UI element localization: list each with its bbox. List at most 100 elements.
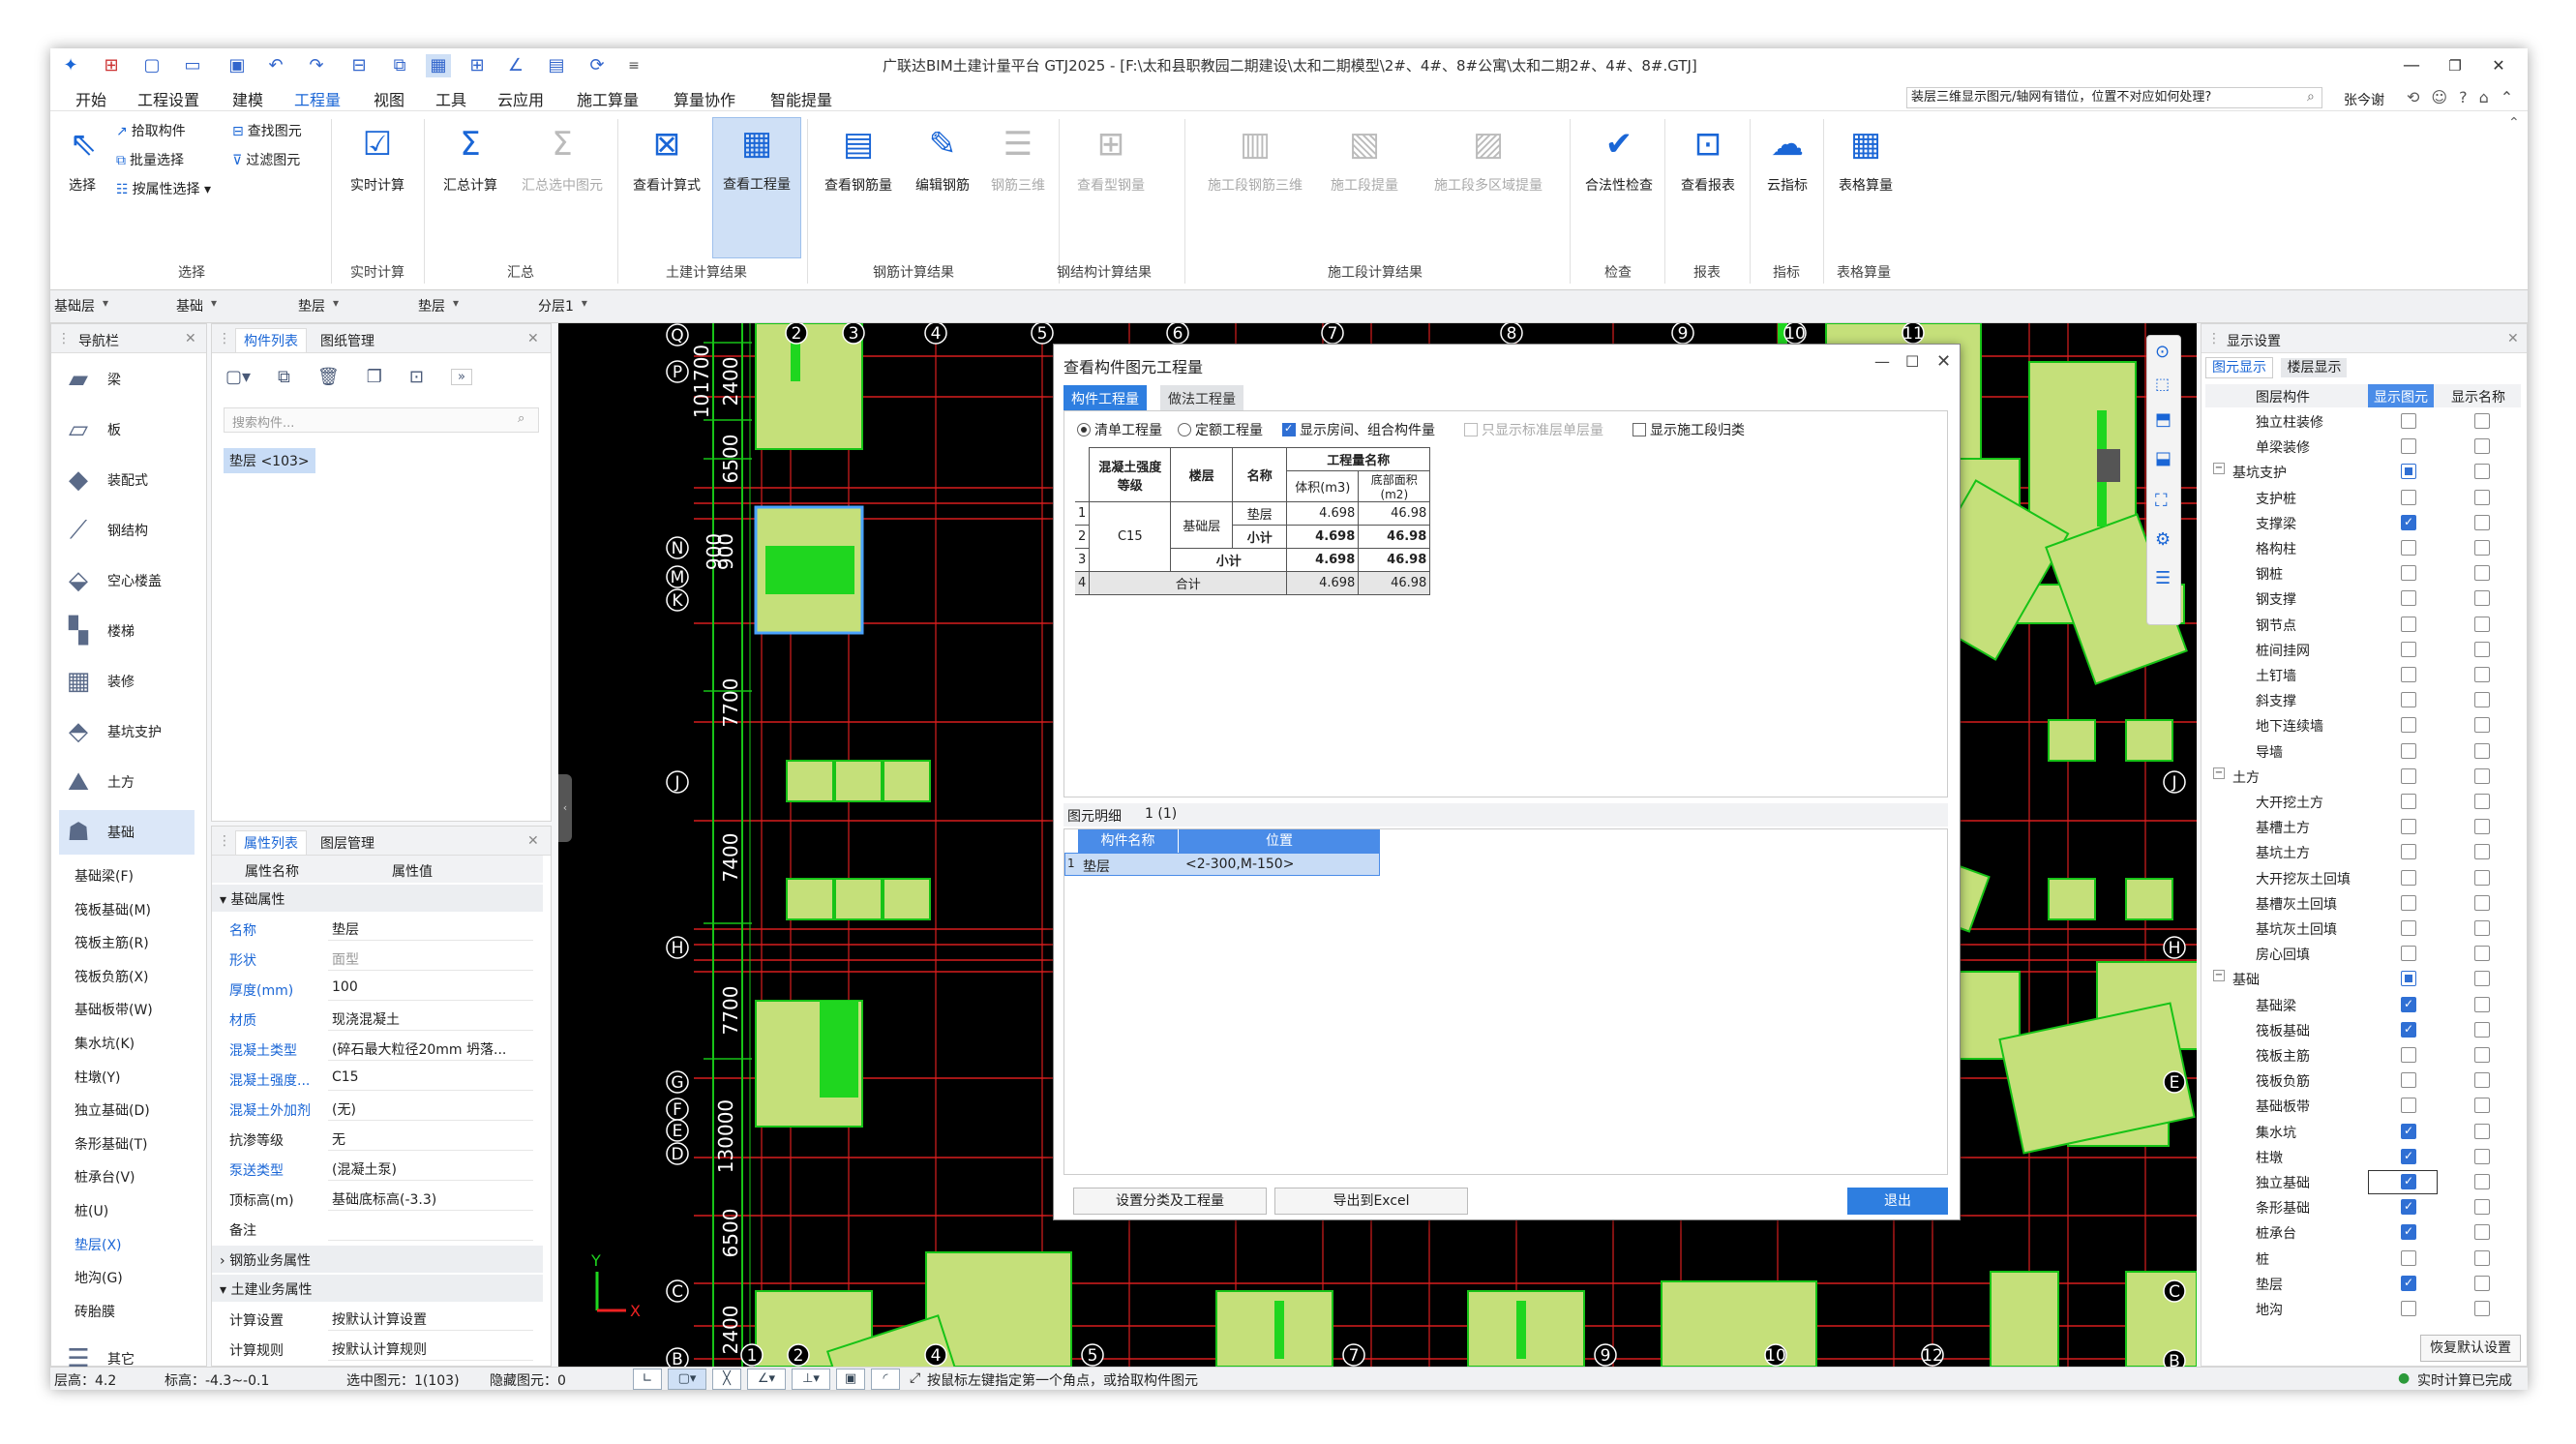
view-rebar-button[interactable]: ▤ 查看钢筋量 <box>815 119 902 195</box>
nav-item[interactable]: ⛰ 土方 <box>59 760 195 804</box>
show-name-checkbox[interactable] <box>2474 844 2490 860</box>
show-name-checkbox[interactable] <box>2474 1021 2490 1038</box>
show-name-checkbox[interactable] <box>2474 1301 2490 1316</box>
nav-item[interactable]: ☗ 基础 <box>59 810 195 855</box>
show-element-checkbox[interactable] <box>2401 767 2416 784</box>
help-icons[interactable]: ⟲☺?⌂⌃ <box>2407 88 2525 106</box>
stage-quantity-button[interactable]: ▧ 施工段提量 <box>1318 119 1411 195</box>
menu-start[interactable]: 开始 <box>75 87 106 110</box>
fit-view-icon[interactable]: ⛶ <box>2155 491 2168 511</box>
component-select[interactable]: 垫层 <box>418 296 459 316</box>
show-element-checkbox[interactable] <box>2401 971 2416 987</box>
opt-quota-quantity[interactable]: 定额工程量 <box>1178 420 1263 439</box>
toolbar-floor-icon[interactable]: ▤ <box>544 54 569 77</box>
show-element-checkbox[interactable] <box>2401 667 2416 682</box>
show-name-checkbox[interactable] <box>2474 464 2490 480</box>
nav-sub-item[interactable]: 桩(U) <box>75 1201 108 1220</box>
tree-toggle-icon[interactable]: − <box>2213 463 2225 475</box>
property-row[interactable]: 顶标高(m) 基础底标高(-3.3) <box>212 1184 543 1214</box>
search-icon[interactable]: ⌕ <box>518 411 524 426</box>
quick-access-menu-icon[interactable]: ≡ <box>621 54 646 77</box>
tab-element-display[interactable]: 图元显示 <box>2205 357 2273 378</box>
sum-selected-button[interactable]: Σ 汇总选中图元 <box>513 119 612 195</box>
show-element-checkbox[interactable] <box>2401 641 2416 657</box>
show-name-checkbox[interactable] <box>2474 819 2490 835</box>
tree-toggle-icon[interactable]: − <box>2213 970 2225 982</box>
search-icon[interactable]: ⌕ <box>2307 89 2315 105</box>
stage-multi-area-button[interactable]: ▨ 施工段多区域提量 <box>1411 119 1566 195</box>
show-name-checkbox[interactable] <box>2474 489 2490 505</box>
toolbar-layer-icon[interactable]: ⧉ <box>387 54 412 77</box>
detail-row[interactable]: 1 垫层 <2-300,M-150> <box>1064 853 1380 876</box>
show-name-checkbox[interactable] <box>2474 641 2490 657</box>
opt-standard-floor[interactable]: 只显示标准层单层量 <box>1464 420 1603 439</box>
find-element-button[interactable]: ⊟ 查找图元 <box>232 121 302 140</box>
show-element-checkbox[interactable] <box>2401 464 2416 480</box>
show-name-checkbox[interactable] <box>2474 616 2490 632</box>
validity-check-button[interactable]: ✔ 合法性检查 <box>1575 119 1662 195</box>
realtime-calc-button[interactable]: ☑ 实时计算 <box>337 119 418 195</box>
toolbar-table-icon[interactable]: ▦ <box>426 54 451 77</box>
property-value[interactable]: 按默认计算规则 <box>328 1336 533 1361</box>
tree-toggle-icon[interactable]: − <box>2213 767 2225 779</box>
edit-rebar-button[interactable]: ✎ 编辑钢筋 <box>906 119 979 195</box>
delete-component-icon[interactable]: 🗑 <box>317 367 340 387</box>
show-element-checkbox[interactable] <box>2401 1199 2416 1216</box>
show-element-checkbox[interactable] <box>2401 1072 2416 1089</box>
show-name-checkbox[interactable] <box>2474 742 2490 759</box>
show-name-checkbox[interactable] <box>2474 565 2490 582</box>
menu-collab[interactable]: 算量协作 <box>674 87 735 110</box>
ortho-toggle[interactable]: ∟ <box>633 1369 662 1390</box>
show-name-checkbox[interactable] <box>2474 1249 2490 1266</box>
show-name-checkbox[interactable] <box>2474 717 2490 734</box>
nav-item[interactable]: ⬘ 基坑支护 <box>59 709 195 754</box>
dyn-input-toggle[interactable]: ▣ <box>836 1369 865 1390</box>
angle-toggle[interactable]: ∠▾ <box>747 1369 786 1390</box>
table-quantity-button[interactable]: ▦ 表格算量 <box>1829 119 1902 195</box>
nav-close-icon[interactable]: ✕ <box>185 331 196 346</box>
nav-item[interactable]: ⟋ 钢结构 <box>59 508 195 553</box>
show-element-checkbox[interactable] <box>2401 869 2416 886</box>
filter-element-button[interactable]: ⊽ 过滤图元 <box>232 150 300 169</box>
new-project-icon[interactable]: ⊞ <box>99 54 124 77</box>
tab-drawing-mgmt[interactable]: 图纸管理 <box>320 331 374 350</box>
export-excel-button[interactable]: 导出到Excel <box>1274 1188 1468 1215</box>
show-name-checkbox[interactable] <box>2474 946 2490 962</box>
nav-sub-item[interactable]: 筏板主筋(R) <box>75 933 149 952</box>
nav-sub-item[interactable]: 桩承台(V) <box>75 1167 135 1187</box>
show-element-checkbox[interactable] <box>2401 946 2416 962</box>
stage-rebar-3d-button[interactable]: ▥ 施工段钢筋三维 <box>1192 119 1318 195</box>
show-element-checkbox[interactable] <box>2401 1021 2416 1038</box>
layer-select[interactable]: 分层1 <box>538 296 587 316</box>
nav-sub-item[interactable]: 基础板带(W) <box>75 1000 153 1019</box>
show-element-checkbox[interactable] <box>2401 1123 2416 1139</box>
close-button[interactable]: ✕ <box>2479 52 2518 79</box>
show-element-checkbox[interactable] <box>2401 894 2416 911</box>
property-value[interactable] <box>328 1216 533 1241</box>
show-name-checkbox[interactable] <box>2474 1072 2490 1089</box>
show-element-checkbox[interactable] <box>2401 1148 2416 1164</box>
reset-default-button[interactable]: 恢复默认设置 <box>2420 1335 2521 1362</box>
show-name-checkbox[interactable] <box>2474 996 2490 1012</box>
nav-sub-item[interactable]: 砖胎膜 <box>75 1302 115 1321</box>
dim-toggle[interactable]: ⊥▾ <box>792 1369 830 1390</box>
component-item[interactable]: 垫层 <103> <box>224 448 315 473</box>
section-civil[interactable]: ▾ 土建业务属性 <box>212 1275 543 1302</box>
tab-floor-display[interactable]: 楼层显示 <box>2281 358 2348 377</box>
show-name-checkbox[interactable] <box>2474 920 2490 936</box>
nav-sub-item[interactable]: 筏板基础(M) <box>75 900 151 919</box>
nav-item[interactable]: ▦ 装修 <box>59 659 195 704</box>
settings-view-icon[interactable]: ⚙ <box>2155 529 2171 550</box>
cloud-index-button[interactable]: ☁ 云指标 <box>1755 119 1819 195</box>
show-element-checkbox[interactable] <box>2401 1249 2416 1266</box>
show-element-checkbox[interactable] <box>2401 514 2416 530</box>
property-value[interactable]: (无) <box>328 1096 533 1121</box>
show-name-checkbox[interactable] <box>2474 1047 2490 1063</box>
property-value[interactable]: (碎石最大粒径20mm 坍落... <box>328 1036 533 1061</box>
nav-item[interactable]: ▱ 板 <box>59 407 195 452</box>
nav-sub-item[interactable]: 筏板负筋(X) <box>75 967 149 986</box>
property-row[interactable]: 厚度(mm) 100 <box>212 974 543 1004</box>
view-quantity-button[interactable]: ▦ 查看工程量 <box>712 117 801 258</box>
batch-select-button[interactable]: ⧉ 批量选择 <box>116 150 184 169</box>
show-name-checkbox[interactable] <box>2474 667 2490 682</box>
